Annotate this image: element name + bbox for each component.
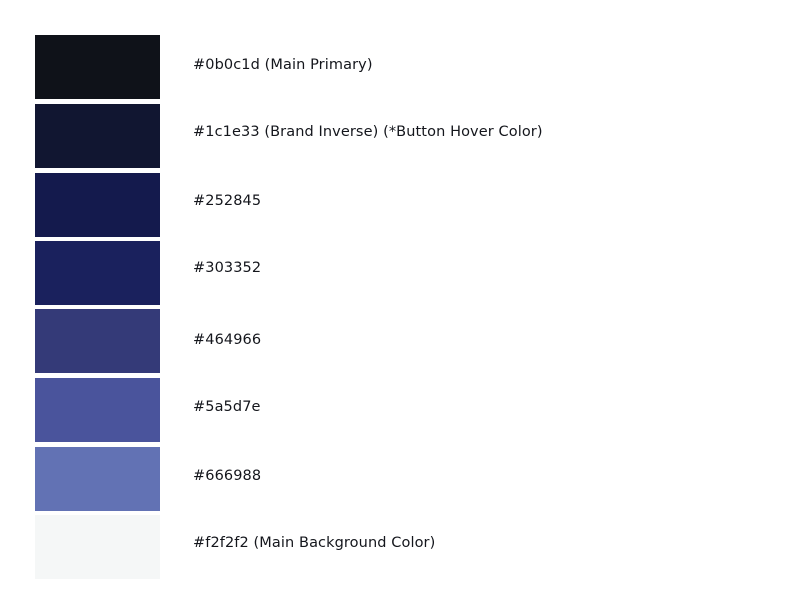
color-label: #252845 bbox=[193, 193, 262, 209]
color-label: #5a5d7e bbox=[193, 399, 261, 415]
color-swatch bbox=[35, 104, 160, 168]
color-label: #666988 bbox=[193, 468, 262, 484]
color-swatch bbox=[35, 173, 160, 237]
color-row: #0b0c1d (Main Primary) bbox=[0, 35, 800, 99]
color-label: #0b0c1d (Main Primary) bbox=[193, 57, 373, 73]
color-row: #464966 bbox=[0, 309, 800, 373]
color-swatch bbox=[35, 241, 160, 305]
color-label: #464966 bbox=[193, 332, 262, 348]
color-swatch bbox=[35, 309, 160, 373]
color-row: #303352 bbox=[0, 241, 800, 305]
color-row: #666988 bbox=[0, 447, 800, 511]
color-row: #1c1e33 (Brand Inverse) (*Button Hover C… bbox=[0, 104, 800, 168]
color-label: #303352 bbox=[193, 260, 262, 276]
color-label: #f2f2f2 (Main Background Color) bbox=[193, 535, 436, 551]
color-swatch bbox=[35, 35, 160, 99]
color-swatch bbox=[35, 378, 160, 442]
color-palette: #0b0c1d (Main Primary) #1c1e33 (Brand In… bbox=[0, 0, 800, 600]
color-row: #252845 bbox=[0, 173, 800, 237]
color-swatch bbox=[35, 515, 160, 579]
color-label: #1c1e33 (Brand Inverse) (*Button Hover C… bbox=[193, 124, 543, 140]
color-row: #f2f2f2 (Main Background Color) bbox=[0, 515, 800, 579]
color-swatch bbox=[35, 447, 160, 511]
color-row: #5a5d7e bbox=[0, 378, 800, 442]
